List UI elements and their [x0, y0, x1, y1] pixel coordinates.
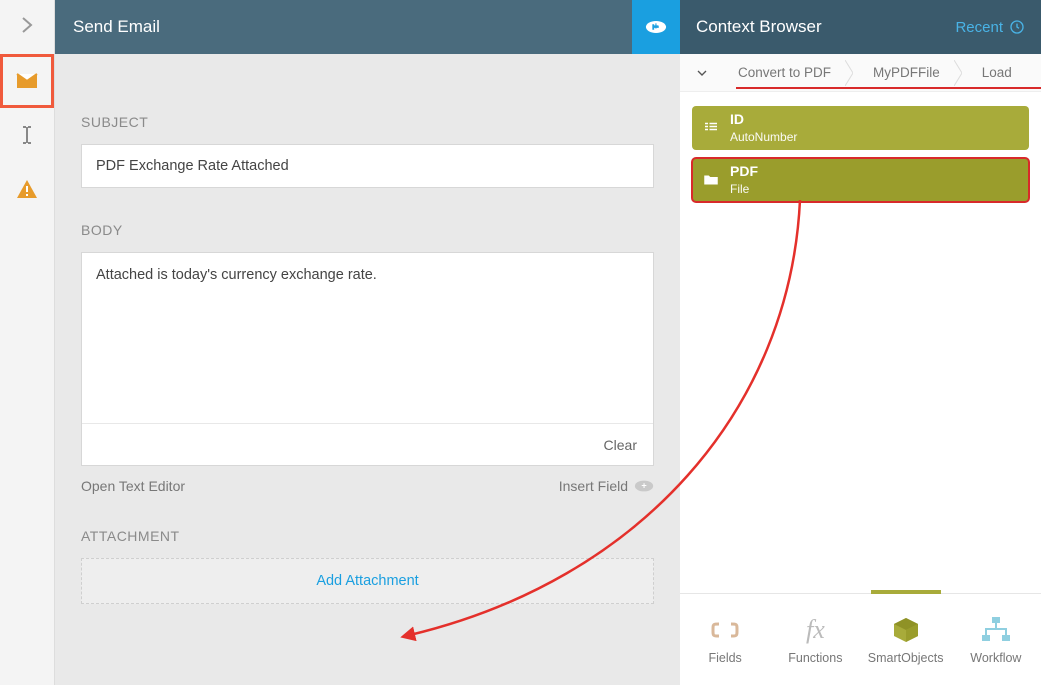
email-icon: [15, 69, 39, 93]
text-cursor-icon: [15, 123, 39, 147]
rail-item-textcursor[interactable]: [0, 108, 54, 162]
warning-icon: [15, 177, 39, 201]
breadcrumb-highlight: [736, 87, 1041, 89]
insert-field-icon: +: [634, 479, 654, 493]
field-type: File: [730, 182, 749, 196]
recent-label: Recent: [955, 19, 1003, 36]
breadcrumb-separator-icon: [954, 60, 962, 86]
breadcrumb-separator-icon: [845, 60, 853, 86]
context-tabs: Fields fx Functions SmartObjects Workflo…: [680, 593, 1041, 685]
rail-item-email[interactable]: [0, 54, 54, 108]
open-text-editor-link[interactable]: Open Text Editor: [81, 478, 185, 494]
left-rail: [0, 0, 55, 685]
breadcrumb-bar: Convert to PDF MyPDFFile Load: [680, 54, 1041, 92]
expand-context-button[interactable]: +: [632, 0, 680, 54]
subject-label: SUBJECT: [81, 114, 654, 130]
attachment-label: ATTACHMENT: [81, 528, 654, 544]
add-attachment-button[interactable]: Add Attachment: [81, 558, 654, 604]
expand-icon: +: [645, 20, 667, 34]
recent-button[interactable]: Recent: [955, 19, 1025, 36]
rail-item-warning[interactable]: [0, 162, 54, 216]
context-body: ID AutoNumber PDF File: [680, 92, 1041, 224]
breadcrumb-item[interactable]: Load: [962, 60, 1026, 86]
main-panel: Send Email + SUBJECT BODY Attached is to…: [55, 0, 680, 685]
chevron-down-icon: [694, 65, 710, 81]
insert-field-button[interactable]: Insert Field +: [559, 478, 654, 494]
field-name: PDF: [730, 164, 758, 179]
tab-label: Fields: [708, 651, 741, 665]
insert-field-label: Insert Field: [559, 478, 628, 494]
add-attachment-label: Add Attachment: [316, 573, 418, 589]
fx-icon: fx: [797, 615, 833, 645]
tab-fields[interactable]: Fields: [680, 594, 770, 685]
form-area: SUBJECT BODY Attached is today's currenc…: [55, 54, 680, 604]
context-header: Context Browser Recent: [680, 0, 1041, 54]
subject-input[interactable]: [81, 144, 654, 188]
field-name: ID: [730, 112, 797, 127]
id-icon: [702, 119, 720, 137]
tab-label: Functions: [788, 651, 842, 665]
workflow-icon: [978, 615, 1014, 645]
tab-label: Workflow: [970, 651, 1021, 665]
fields-icon: [707, 615, 743, 645]
tab-label: SmartObjects: [868, 651, 944, 665]
breadcrumb-item[interactable]: Convert to PDF: [718, 60, 845, 86]
body-text: Attached is today's currency exchange ra…: [82, 253, 653, 297]
tab-workflow[interactable]: Workflow: [951, 594, 1041, 685]
clock-icon: [1009, 19, 1025, 35]
body-editor[interactable]: Attached is today's currency exchange ra…: [81, 252, 654, 466]
context-title: Context Browser: [696, 17, 822, 37]
breadcrumb-item[interactable]: MyPDFFile: [853, 60, 954, 86]
field-type: AutoNumber: [730, 130, 797, 144]
folder-icon: [702, 171, 720, 189]
panel-title: Send Email: [73, 17, 160, 37]
body-label: BODY: [81, 222, 654, 238]
svg-text:+: +: [641, 481, 646, 491]
tab-smartobjects[interactable]: SmartObjects: [861, 594, 951, 685]
rail-collapse-button[interactable]: [0, 0, 54, 54]
field-row-pdf[interactable]: PDF File: [692, 158, 1029, 202]
tab-functions[interactable]: fx Functions: [770, 594, 860, 685]
context-browser: Context Browser Recent Convert to PDF My…: [680, 0, 1041, 685]
cube-icon: [888, 615, 924, 645]
main-header: Send Email +: [55, 0, 680, 54]
svg-text:+: +: [653, 22, 659, 33]
chevron-right-icon: [15, 13, 39, 42]
clear-button[interactable]: Clear: [604, 437, 637, 453]
breadcrumb-back-button[interactable]: [686, 61, 718, 85]
field-row-id[interactable]: ID AutoNumber: [692, 106, 1029, 150]
